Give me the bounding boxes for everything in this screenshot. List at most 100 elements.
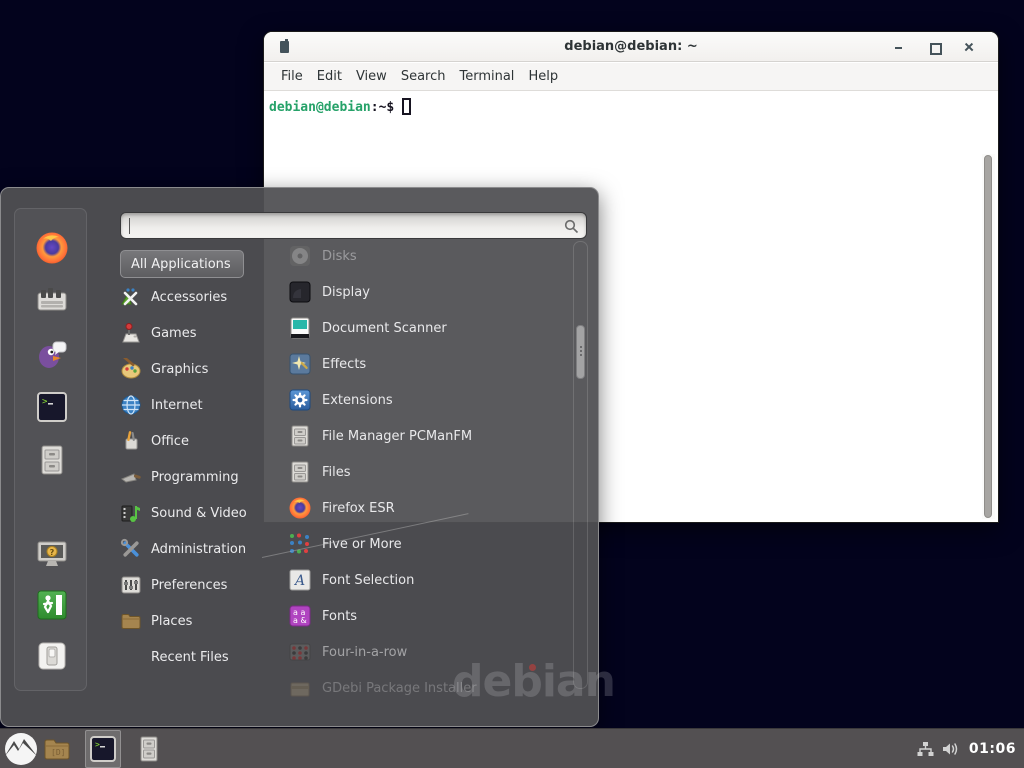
app-fonts[interactable]: a a a & Fonts — [288, 601, 578, 631]
font-selection-icon: A — [288, 568, 312, 592]
app-four-in-a-row[interactable]: Four-in-a-row — [288, 637, 578, 667]
taskbar-clock[interactable]: 01:06 — [969, 741, 1016, 757]
favorite-shutdown[interactable] — [35, 639, 69, 673]
internet-icon — [120, 394, 142, 416]
terminal-scrollbar-thumb[interactable] — [984, 155, 992, 518]
cabinet-icon — [135, 735, 163, 763]
favorite-firefox[interactable] — [35, 231, 69, 265]
shutdown-icon — [35, 639, 69, 673]
menu-view[interactable]: View — [349, 65, 394, 88]
terminal-icon: > — [35, 390, 69, 424]
favorite-terminal[interactable]: > — [35, 390, 69, 424]
app-gdebi-package-installer[interactable]: GDebi Package Installer — [288, 673, 578, 703]
category-internet[interactable]: Internet — [120, 390, 270, 420]
category-accessories[interactable]: Accessories — [120, 282, 270, 312]
category-places[interactable]: Places — [120, 606, 270, 636]
sound-video-icon — [120, 502, 142, 524]
gdebi-icon — [288, 676, 312, 700]
volume-icon[interactable] — [942, 741, 961, 757]
apps-scrollbar[interactable] — [573, 241, 588, 689]
svg-text:[D]: [D] — [51, 748, 65, 757]
favorites-panel: > ? — [14, 208, 87, 691]
taskbar-terminal[interactable]: > — [89, 735, 117, 763]
accessories-icon — [120, 286, 142, 308]
office-icon — [120, 430, 142, 452]
favorite-keyboard-settings[interactable] — [35, 284, 69, 318]
four-in-a-row-icon — [288, 640, 312, 664]
apps-scrollbar-thumb[interactable] — [576, 325, 585, 379]
firefox-esr-icon — [288, 496, 312, 520]
favorite-pidgin[interactable] — [35, 337, 69, 371]
category-games[interactable]: Games — [120, 318, 270, 348]
places-icon — [120, 610, 142, 632]
app-effects[interactable]: Effects — [288, 349, 578, 379]
files-icon — [288, 460, 312, 484]
app-five-or-more[interactable]: Five or More — [288, 529, 578, 559]
close-button[interactable] — [962, 40, 976, 54]
taskbar-file-cabinet[interactable] — [135, 735, 163, 763]
terminal-task-icon: > — [89, 735, 117, 763]
minimize-button[interactable] — [892, 40, 906, 54]
category-recent-files[interactable]: Recent Files — [120, 642, 270, 672]
app-font-selection[interactable]: A Font Selection — [288, 565, 578, 595]
screensaver-icon: ? — [35, 537, 69, 571]
disks-icon — [288, 244, 312, 268]
display-icon — [288, 280, 312, 304]
app-extensions[interactable]: Extensions — [288, 385, 578, 415]
category-preferences[interactable]: Preferences — [120, 570, 270, 600]
category-administration[interactable]: Administration — [120, 534, 270, 564]
programming-icon — [120, 466, 142, 488]
folder-icon: [D] — [43, 735, 71, 763]
firefox-icon — [35, 231, 69, 265]
menu-logo-icon — [4, 732, 38, 766]
terminal-scrollbar[interactable] — [982, 154, 995, 519]
prompt-user: debian@debian — [269, 100, 371, 115]
menu-terminal[interactable]: Terminal — [452, 65, 521, 88]
app-display[interactable]: Display — [288, 277, 578, 307]
file-manager-icon — [288, 424, 312, 448]
menu-button[interactable] — [4, 732, 38, 766]
category-graphics[interactable]: Graphics — [120, 354, 270, 384]
terminal-menubar: File Edit View Search Terminal Help — [264, 63, 998, 91]
games-icon — [120, 322, 142, 344]
app-firefox-esr[interactable]: Firefox ESR — [288, 493, 578, 523]
category-office[interactable]: Office — [120, 426, 270, 456]
search-icon — [564, 219, 579, 234]
svg-text:A: A — [293, 573, 305, 589]
prompt-suffix: :~$ — [371, 100, 394, 115]
app-disks[interactable]: Disks — [288, 241, 578, 271]
favorite-file-cabinet[interactable] — [35, 443, 69, 477]
pidgin-icon — [35, 337, 69, 371]
taskbar: [D] > — [0, 728, 1024, 768]
svg-text:?: ? — [50, 548, 55, 557]
menu-help[interactable]: Help — [521, 65, 565, 88]
maximize-button[interactable] — [927, 40, 941, 54]
menu-file[interactable]: File — [274, 65, 310, 88]
application-menu: > ? — [0, 187, 599, 727]
app-document-scanner[interactable]: Document Scanner — [288, 313, 578, 343]
terminal-titlebar[interactable]: debian@debian: ~ — [264, 32, 998, 62]
menu-search[interactable]: Search — [394, 65, 453, 88]
app-files[interactable]: Files — [288, 457, 578, 487]
svg-text:a &: a & — [293, 616, 307, 625]
svg-text:>: > — [42, 397, 48, 407]
category-all-applications[interactable]: All Applications — [120, 250, 244, 278]
favorite-logout[interactable] — [35, 588, 69, 622]
effects-icon — [288, 352, 312, 376]
search-input[interactable] — [129, 215, 558, 236]
preferences-icon — [120, 574, 142, 596]
extensions-icon — [288, 388, 312, 412]
keyboard-settings-icon — [35, 284, 69, 318]
category-programming[interactable]: Programming — [120, 462, 270, 492]
desktop: debian@debian: ~ File Edit View Search T… — [0, 0, 1024, 768]
taskbar-file-manager[interactable]: [D] — [43, 735, 71, 763]
five-or-more-icon — [288, 532, 312, 556]
search-box[interactable] — [120, 212, 587, 239]
category-sound-video[interactable]: Sound & Video — [120, 498, 270, 528]
file-cabinet-icon — [35, 443, 69, 477]
favorite-screensaver[interactable]: ? — [35, 537, 69, 571]
menu-edit[interactable]: Edit — [310, 65, 349, 88]
network-icon[interactable] — [917, 741, 934, 757]
app-file-manager-pcmanfm[interactable]: File Manager PCManFM — [288, 421, 578, 451]
graphics-icon — [120, 358, 142, 380]
